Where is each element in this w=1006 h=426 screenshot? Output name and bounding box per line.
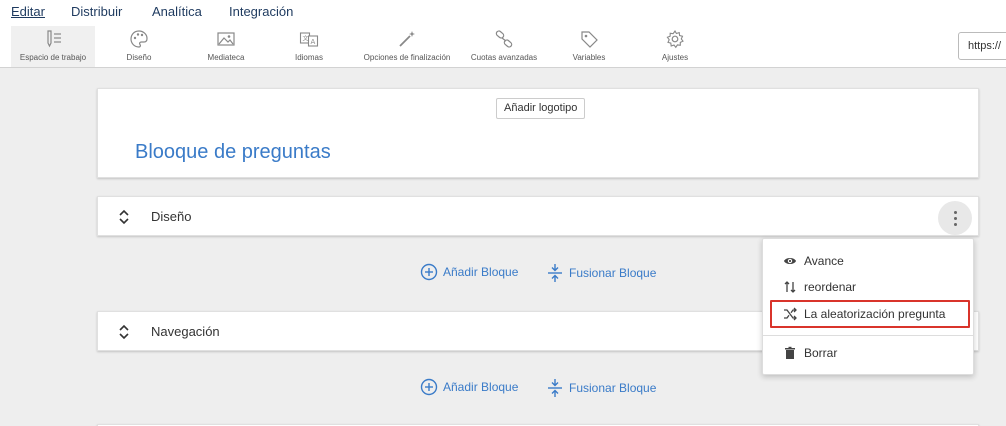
block-title: Navegación [151,324,220,339]
add-block-label: Añadir Bloque [443,380,519,394]
reorder-icon [784,281,796,293]
tool-settings[interactable]: Ajustes [652,26,698,67]
tool-label: Ajustes [661,53,689,62]
toolbar: Espacio de trabajo Diseño Mediateca 文A I… [0,26,1006,68]
menu-item-randomize-questions[interactable]: La aleatorización pregunta [763,302,973,326]
top-menu-bar: Editar Distribuir Analítica Integración [0,0,1006,26]
gear-icon [666,29,684,49]
merge-block-button[interactable]: Fusionar Bloque [546,378,656,398]
shuffle-icon [784,307,797,321]
image-icon [217,32,235,46]
menu-item-label: Avance [804,254,844,268]
merge-block-button[interactable]: Fusionar Bloque [546,263,656,283]
tool-label: Espacio de trabajo [19,53,87,62]
tool-label: Variables [572,53,606,62]
menu-item-preview[interactable]: Avance [763,249,973,273]
tool-design[interactable]: Diseño [112,26,166,67]
add-block-label: Añadir Bloque [443,265,519,279]
merge-block-label: Fusionar Bloque [569,266,657,280]
merge-icon [548,379,562,397]
survey-header-card: Añadir logotipo Blooque de preguntas [97,88,979,178]
menu-item-label: La aleatorización pregunta [804,307,946,321]
trash-icon [785,346,795,359]
collapse-chevron-icon[interactable] [118,323,130,341]
collapse-chevron-icon[interactable] [118,208,130,226]
merge-icon [548,264,562,282]
block-title: Diseño [151,209,192,224]
survey-title[interactable]: Blooque de preguntas [135,141,331,164]
block-context-menu: Avance reordenar La aleatorización pregu… [762,238,974,375]
menu-item-label: Borrar [804,346,838,360]
tool-variables[interactable]: Variables [566,26,612,67]
tool-label: Idiomas [294,53,323,62]
tool-completion-options[interactable]: Opciones de finalización [355,26,459,67]
url-field[interactable]: https:// [958,32,1006,60]
tool-label: Diseño [126,53,152,62]
menu-divider [763,335,973,336]
tag-icon [581,31,598,48]
add-block-button[interactable]: Añadir Bloque [420,378,518,396]
add-logo-button[interactable]: Añadir logotipo [496,98,586,119]
pencil-icon [47,30,61,48]
block-menu-button[interactable] [938,201,972,235]
menu-item-label: reordenar [804,280,857,294]
menu-distribuir[interactable]: Distribuir [71,4,122,19]
plus-circle-icon [420,378,438,396]
add-block-button[interactable]: Añadir Bloque [420,263,518,281]
block-row[interactable]: Diseño [97,196,979,236]
menu-integracion[interactable]: Integración [229,4,293,19]
merge-block-label: Fusionar Bloque [569,381,657,395]
svg-text:A: A [311,38,316,46]
tool-label: Opciones de finalización [363,53,451,62]
menu-analitica[interactable]: Analítica [152,4,202,19]
plus-circle-icon [420,263,438,281]
tool-label: Mediateca [207,53,245,62]
menu-item-reorder[interactable]: reordenar [763,275,973,299]
translate-icon: 文A [299,32,319,47]
tool-label: Cuotas avanzadas [470,53,538,62]
svg-text:文: 文 [303,35,309,43]
palette-icon [130,30,148,48]
magic-wand-icon [399,31,415,47]
tool-workspace[interactable]: Espacio de trabajo [11,26,95,67]
tool-languages[interactable]: 文A Idiomas [286,26,332,67]
tool-advanced-quotas[interactable]: Cuotas avanzadas [466,26,542,67]
link-icon [495,30,513,48]
tool-media[interactable]: Mediateca [197,26,255,67]
menu-item-delete[interactable]: Borrar [763,341,973,365]
menu-editar[interactable]: Editar [11,4,45,19]
eye-icon [784,258,796,264]
